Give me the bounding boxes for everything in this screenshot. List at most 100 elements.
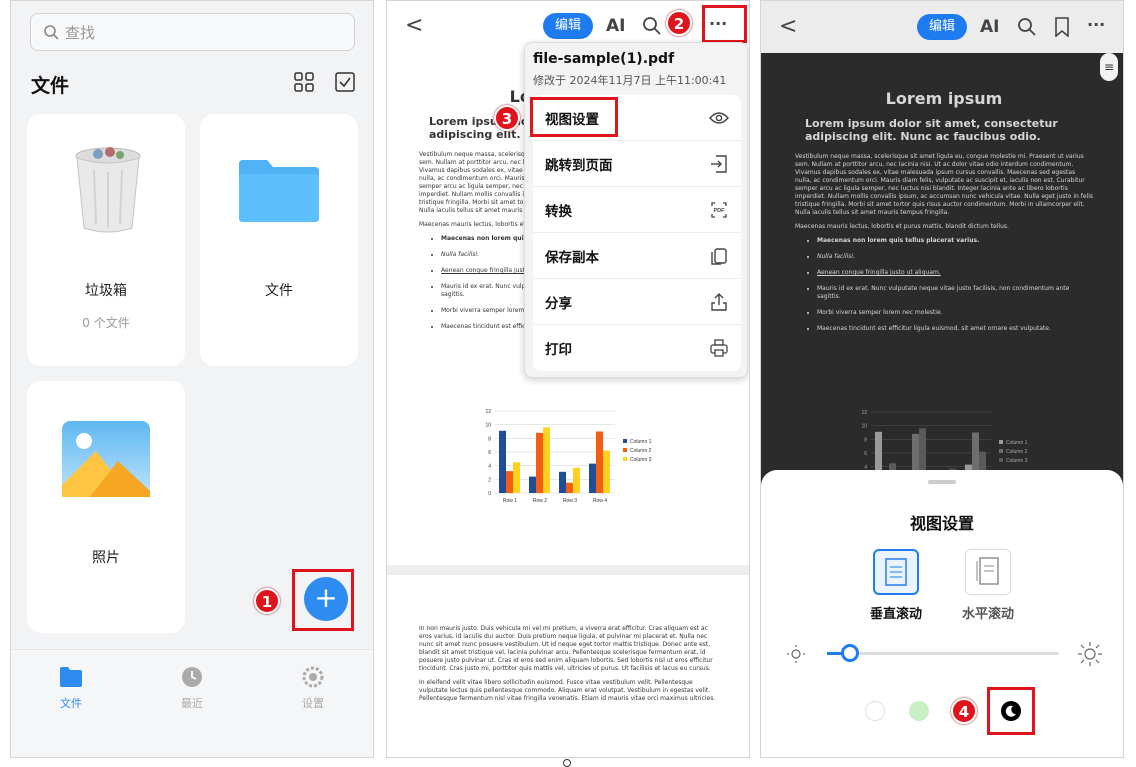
y-tick-label: 2 (488, 477, 491, 483)
tab-settings[interactable]: 设置 (273, 666, 353, 711)
select-checkbox-icon[interactable] (334, 71, 356, 93)
grid-view-icon[interactable] (293, 71, 315, 93)
bookmark-icon[interactable] (1054, 17, 1070, 37)
photos-label: 照片 (92, 550, 120, 566)
eye-icon (709, 111, 729, 124)
brightness-slider-knob[interactable] (841, 644, 860, 662)
share-icon (711, 292, 727, 311)
doc-para-3: In non mauris justo. Duis vehicula mi ve… (419, 625, 713, 672)
doc-bullets: Maecenas non lorem quis tellus placerat … (795, 237, 1093, 333)
folder-icon (239, 160, 319, 222)
photos-icon (62, 421, 150, 497)
menu-modified: 修改于 2024年11月7日 上午11:00:41 (533, 74, 727, 87)
doc-para-4: In eleifend velit vitae libero sollicitu… (419, 679, 716, 702)
view-settings-sheet: 视图设置 垂直滚动 水平滚动 (761, 470, 1123, 757)
legend-label: Column 2 (1006, 449, 1028, 455)
copy-icon (711, 247, 727, 265)
back-button[interactable]: < (779, 14, 797, 39)
ai-button[interactable]: AI (980, 17, 999, 37)
scroll-handle[interactable]: ≡ (1100, 53, 1118, 81)
menu-item-print[interactable]: 打印 (533, 325, 741, 371)
back-button[interactable]: < (405, 13, 423, 38)
doc-bullet: Mauris id ex erat. Nunc vulputate neque … (817, 285, 1093, 301)
jump-icon (711, 154, 727, 173)
bar (566, 482, 573, 493)
theme-white-option[interactable] (865, 701, 885, 721)
tab-files-label: 文件 (60, 697, 82, 710)
edit-button[interactable]: 编辑 (917, 14, 967, 40)
highlight-view-settings (530, 97, 618, 137)
step-badge-4: 4 (951, 698, 977, 724)
tab-files[interactable]: 文件 (31, 666, 111, 711)
theme-green-option[interactable] (909, 701, 929, 721)
more-button[interactable]: ··· (1087, 15, 1105, 34)
page-separator (387, 565, 749, 575)
doc-bullet: Morbi viverra semper lorem nec molestie. (817, 309, 1093, 317)
pdf-convert-icon: PDF (711, 201, 727, 218)
y-tick-label: 6 (864, 451, 867, 457)
menu-item-jump-to-page[interactable]: 跳转到页面 (533, 141, 741, 187)
doc-para-1: Vestibulum neque massa, scelerisque sit … (795, 153, 1093, 216)
bar (536, 432, 543, 493)
menu-item-save-copy[interactable]: 保存副本 (533, 233, 741, 279)
tab-settings-label: 设置 (302, 697, 324, 710)
cursor-indicator (563, 759, 571, 767)
doc-bullet: Nulla facilisi. (817, 253, 1093, 261)
menu-item-label: 跳转到页面 (545, 157, 613, 174)
menu-item-label: 分享 (545, 295, 572, 312)
search-icon (44, 25, 59, 40)
y-tick-label: 10 (485, 423, 491, 429)
highlight-add-button (292, 569, 354, 631)
mode-label: 水平滚动 (961, 607, 1014, 622)
toolbar: < 编辑 AI ··· (761, 1, 1123, 53)
ai-button[interactable]: AI (606, 16, 625, 36)
tab-recent-label: 最近 (181, 697, 203, 710)
y-tick-label: 8 (488, 436, 491, 442)
mode-horizontal-scroll[interactable]: 水平滚动 (948, 549, 1028, 622)
menu-item-convert[interactable]: 转换 PDF (533, 187, 741, 233)
sheet-handle[interactable] (928, 480, 956, 484)
page-title: 文件 (31, 75, 70, 97)
brightness-slider[interactable] (827, 644, 1059, 662)
x-tick-label: Row 2 (533, 498, 547, 504)
y-tick-label: 4 (488, 464, 491, 470)
files-card[interactable]: 文件 (200, 114, 358, 366)
x-tick-label: Row 1 (503, 498, 517, 504)
edit-button[interactable]: 编辑 (543, 13, 593, 39)
pdf-page-2: In non mauris justo. Duis vehicula mi ve… (401, 591, 735, 757)
tab-recent[interactable]: 最近 (152, 666, 232, 711)
bar (573, 467, 580, 493)
search-icon[interactable] (643, 17, 661, 35)
doc-title: Lorem ipsum (885, 89, 1003, 108)
bar (506, 471, 513, 493)
search-icon[interactable] (1018, 18, 1036, 36)
search-placeholder: 查找 (65, 23, 96, 42)
legend-swatch (623, 439, 627, 443)
dark-mode-panel: < 编辑 AI ··· ≡ Lorem ipsum Lorem ipsum do… (760, 0, 1124, 758)
brightness-low-icon (787, 645, 805, 663)
gear-icon (302, 666, 324, 688)
mode-label: 垂直滚动 (869, 607, 922, 622)
menu-filename: file-sample(1).pdf (533, 51, 675, 67)
pdf-content-dark: Lorem ipsum Lorem ipsum dolor sit amet, … (777, 89, 1111, 341)
trash-bin-icon (75, 147, 141, 233)
photos-card[interactable]: 照片 (27, 381, 185, 633)
y-tick-label: 6 (488, 450, 491, 456)
search-input[interactable]: 查找 (30, 13, 355, 51)
doc-bullet: Maecenas non lorem quis tellus placerat … (817, 237, 1093, 245)
menu-item-share[interactable]: 分享 (533, 279, 741, 325)
legend-swatch (999, 440, 1003, 444)
brightness-high-icon (1078, 642, 1102, 666)
bottom-tab-bar: 文件 最近 设置 (11, 649, 373, 757)
clock-icon (182, 667, 202, 687)
trash-card[interactable]: 垃圾箱 0 个文件 (27, 114, 185, 366)
bar (559, 471, 566, 493)
more-menu: file-sample(1).pdf 修改于 2024年11月7日 上午11:0… (524, 42, 748, 378)
doc-bullet: Maecenas tincidunt est efficitur ligula … (817, 325, 1093, 333)
x-tick-label: Row 3 (563, 498, 577, 504)
pdf-content-2: In non mauris justo. Duis vehicula mi ve… (401, 591, 735, 703)
mode-vertical-scroll[interactable]: 垂直滚动 (856, 549, 936, 622)
bar (499, 430, 506, 493)
legend-swatch (999, 458, 1003, 462)
step-badge-2: 2 (666, 10, 692, 36)
